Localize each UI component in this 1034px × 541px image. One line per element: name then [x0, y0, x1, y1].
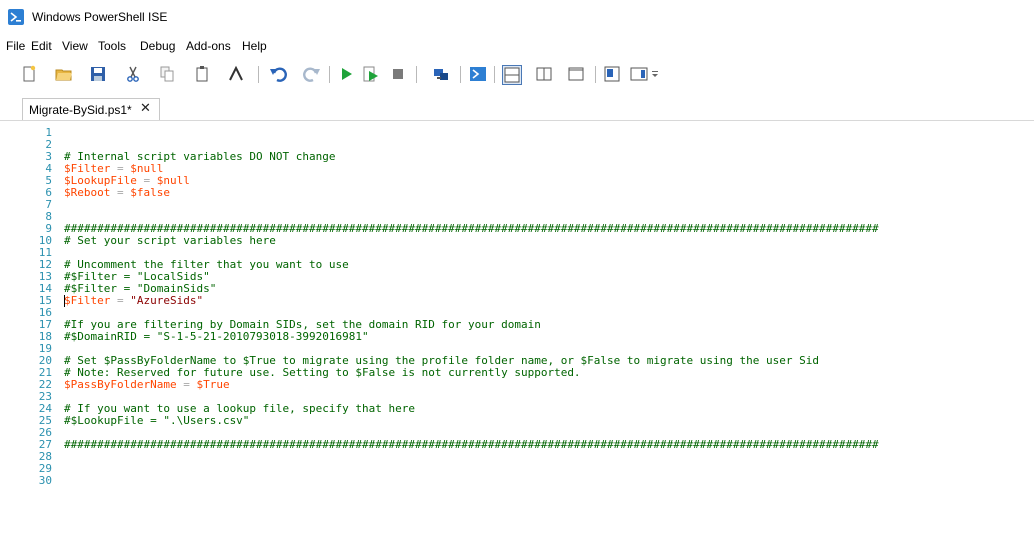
comment: # Set your script variables here [64, 234, 276, 247]
menu-view[interactable]: View [62, 39, 88, 53]
new-icon[interactable] [20, 65, 38, 83]
code-line: #$DomainRID = "S-1-5-21-2010793018-39920… [64, 331, 369, 343]
layout-top-icon[interactable] [502, 65, 522, 85]
toolbar-overflow-icon[interactable] [651, 70, 659, 78]
code-line: $PassByFolderName = $True [64, 379, 230, 391]
code-line: $Reboot = $false [64, 187, 170, 199]
save-icon[interactable] [89, 65, 107, 83]
script-pane-icon[interactable] [603, 65, 621, 83]
cut-icon[interactable] [124, 65, 142, 83]
powershell-app-icon [8, 9, 24, 25]
layout-right-icon[interactable] [535, 65, 553, 83]
variable: $True [196, 378, 230, 391]
title-bar: Windows PowerShell ISE [0, 0, 1034, 37]
toolbar-separator [460, 66, 461, 83]
menu-help[interactable]: Help [242, 39, 267, 53]
menu-debug[interactable]: Debug [140, 39, 175, 53]
command-icon[interactable] [630, 65, 648, 83]
line-number: 30 [38, 474, 52, 487]
variable: $Reboot [64, 186, 111, 199]
remote-icon[interactable] [432, 65, 450, 83]
operator: = [183, 378, 190, 391]
variable: $false [130, 186, 170, 199]
comment: ########################################… [64, 438, 879, 451]
menu-bar: File Edit View Tools Debug Add-ons Help [0, 36, 1034, 56]
run-icon[interactable] [337, 65, 355, 83]
menu-edit[interactable]: Edit [31, 39, 52, 53]
stop-icon[interactable] [389, 65, 407, 83]
toolbar-separator [416, 66, 417, 83]
open-icon[interactable] [55, 65, 73, 83]
operator: = [116, 186, 124, 199]
undo-icon[interactable] [269, 65, 287, 83]
script-editor[interactable]: 1 2 3 4 5 6 7 8 9 10 11 12 13 14 15 16 1… [0, 121, 1034, 541]
toolbar-separator [258, 66, 259, 83]
comment: #$DomainRID = "S-1-5-21-2010793018-39920… [64, 330, 369, 343]
toolbar [0, 56, 1034, 90]
operator: = [116, 294, 124, 307]
menu-addons[interactable]: Add-ons [186, 39, 231, 53]
code-line: # Set your script variables here [64, 235, 276, 247]
window-title: Windows PowerShell ISE [32, 10, 168, 24]
menu-file[interactable]: File [6, 39, 25, 53]
code-line: ########################################… [64, 439, 879, 451]
variable: $PassByFolderName [64, 378, 177, 391]
console-icon[interactable] [227, 65, 245, 83]
toolbar-separator [494, 66, 495, 83]
run-selection-icon[interactable] [362, 65, 380, 83]
toolbar-separator [595, 66, 596, 83]
tab-migrate-bysid[interactable]: Migrate-BySid.ps1* ✕ [22, 98, 160, 120]
code-line: $Filter = "AzureSids" [64, 295, 203, 307]
comment: #$LookupFile = ".\Users.csv" [64, 414, 250, 427]
string: "AzureSids" [130, 294, 204, 307]
tab-label: Migrate-BySid.ps1* [29, 103, 132, 117]
paste-icon[interactable] [193, 65, 211, 83]
copy-icon[interactable] [158, 65, 176, 83]
powershell-icon[interactable] [469, 65, 487, 83]
tab-strip: Migrate-BySid.ps1* ✕ [0, 90, 1034, 121]
line-number-gutter: 1 2 3 4 5 6 7 8 9 10 11 12 13 14 15 16 1… [0, 121, 56, 541]
variable: $Filter [64, 294, 111, 307]
redo-icon[interactable] [303, 65, 321, 83]
code-line: #$LookupFile = ".\Users.csv" [64, 415, 249, 427]
toolbar-separator [329, 66, 330, 83]
menu-tools[interactable]: Tools [98, 39, 126, 53]
close-icon[interactable]: ✕ [140, 101, 151, 116]
layout-max-icon[interactable] [567, 65, 585, 83]
